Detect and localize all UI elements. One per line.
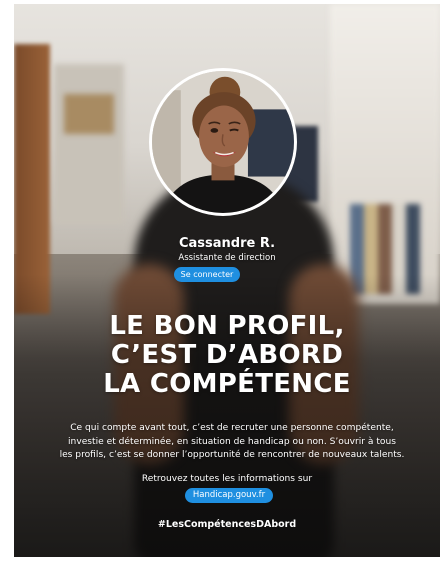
hashtag: #LesCompétencesDAbord [157, 519, 297, 530]
portrait-illustration [152, 71, 294, 213]
info-text: Retrouvez toutes les informations sur [141, 474, 313, 484]
profile-avatar [149, 68, 297, 216]
handicap-gouv-link[interactable]: Handicap.gouv.fr [185, 488, 273, 503]
body-line-1: Ce qui compte avant tout, c’est de recru… [70, 423, 394, 433]
profile-name: Cassandre R. [178, 236, 276, 251]
profile-role: Assistante de direction [178, 253, 276, 263]
headline-line-3: LA COMPÉTENCE [103, 369, 351, 399]
poster: Cassandre R. Assistante de direction Se … [14, 4, 440, 557]
body-line-2: investie et déterminée, en situation de … [68, 436, 396, 447]
headline-line-1: LE BON PROFIL, [109, 311, 345, 341]
headline-line-2: C’EST D’ABORD [110, 340, 344, 370]
body-paragraph: Ce qui compte avant tout, c’est de recru… [44, 422, 420, 463]
connect-button[interactable]: Se connecter [174, 267, 240, 282]
body-line-3: les profils, c’est se donner l’opportuni… [59, 450, 405, 460]
headline: LE BON PROFIL, C’EST D’ABORD LA COMPÉTEN… [14, 312, 440, 399]
